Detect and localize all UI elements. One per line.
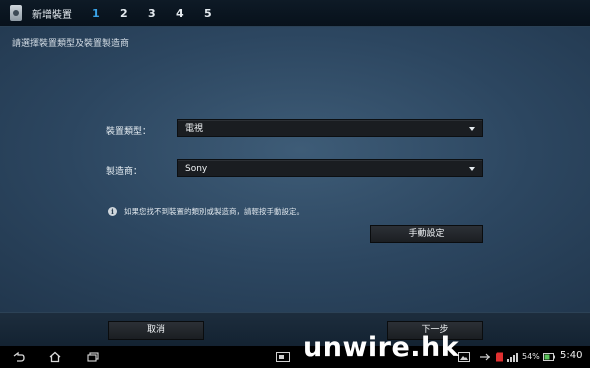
step-1: 1 <box>92 6 100 20</box>
manufacturer-label: 製造商： <box>106 167 143 177</box>
step-4: 4 <box>176 6 184 20</box>
back-icon[interactable] <box>12 350 26 364</box>
title-bar: 新增裝置 1 2 3 4 5 <box>0 0 590 27</box>
device-type-label: 裝置類型： <box>106 127 152 137</box>
remote-app-icon <box>10 5 22 21</box>
manufacturer-select[interactable]: Sony <box>177 159 483 177</box>
bottom-button-bar: 取消 下一步 <box>0 312 590 347</box>
dropdown-arrow-icon <box>469 167 475 171</box>
cancel-button[interactable]: 取消 <box>108 321 204 340</box>
clock: 5:40 <box>560 350 583 361</box>
app-screen: 新增裝置 1 2 3 4 5 請選擇裝置類型及裝置製造商 裝置類型： 電視 製造… <box>0 0 590 347</box>
manufacturer-value: Sony <box>185 164 208 174</box>
home-icon[interactable] <box>48 350 62 364</box>
step-3: 3 <box>148 6 156 20</box>
device-type-value: 電視 <box>185 124 204 134</box>
device-type-select[interactable]: 電視 <box>177 119 483 137</box>
watermark-logo: unwire.hk <box>303 332 460 363</box>
image-icon <box>458 352 470 362</box>
wifi-signal-icon <box>507 353 518 362</box>
recent-apps-icon[interactable] <box>86 350 100 364</box>
info-text: 如果您找不到裝置的類別或製造商，請輕按手動設定。 <box>124 207 304 216</box>
screen-mirror-icon <box>276 352 290 362</box>
sd-card-icon <box>496 352 503 362</box>
step-5: 5 <box>204 6 212 20</box>
system-navigation-bar <box>0 346 590 368</box>
usb-icon <box>480 353 490 361</box>
step-indicator: 1 2 3 4 5 <box>92 7 232 20</box>
instruction-text: 請選擇裝置類型及裝置製造商 <box>12 39 130 49</box>
page-title: 新增裝置 <box>32 9 72 21</box>
info-icon: i <box>108 207 117 216</box>
step-2: 2 <box>120 6 128 20</box>
dropdown-arrow-icon <box>469 127 475 131</box>
battery-icon <box>543 353 555 361</box>
info-message: i 如果您找不到裝置的類別或製造商，請輕按手動設定。 <box>108 206 304 217</box>
manual-setup-button[interactable]: 手動設定 <box>370 225 483 243</box>
battery-percentage: 54% <box>522 352 540 361</box>
